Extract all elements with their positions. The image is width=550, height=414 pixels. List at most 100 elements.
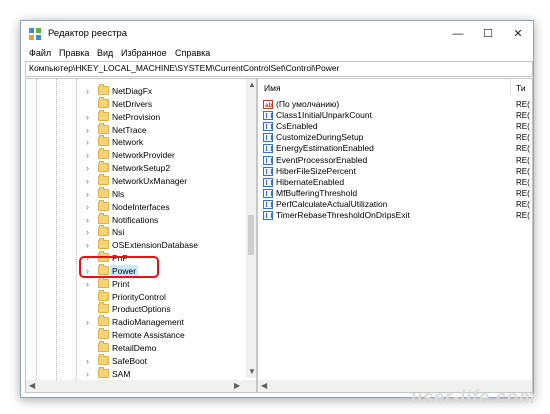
value-type: RE(: [516, 166, 530, 176]
tree-item-label: PriorityControl: [112, 291, 166, 302]
close-button[interactable]: ✕: [503, 21, 533, 47]
key-tree-pane[interactable]: › NetDiagFx NetDrivers › NetProvision › NetTra…: [25, 78, 257, 393]
value-name: HibernateEnabled: [276, 176, 345, 187]
value-type: RE(: [516, 111, 530, 121]
tree-item-label: Print: [112, 278, 130, 289]
folder-icon: [98, 289, 109, 301]
tree-item[interactable]: › Nsi: [26, 225, 246, 238]
chevron-right-icon[interactable]: ›: [86, 368, 89, 380]
value-name: EventProcessorEnabled: [276, 154, 368, 165]
chevron-right-icon[interactable]: ›: [86, 278, 89, 290]
tree-item[interactable]: › NetworkUxManager: [26, 173, 246, 187]
tree-item[interactable]: › OSExtensionDatabase: [26, 238, 246, 251]
tree-item[interactable]: › SAM: [26, 366, 246, 380]
tree-item[interactable]: › NetworkProvider: [26, 148, 246, 161]
value-row[interactable]: EnergyEstimationEnabled RE(: [258, 143, 532, 154]
tree-item-label: RadioManagement: [112, 317, 184, 328]
chevron-right-icon[interactable]: ›: [86, 149, 89, 161]
value-type: RE(: [516, 155, 530, 165]
value-name: EnergyEstimationEnabled: [276, 143, 374, 154]
folder-icon: [98, 238, 109, 250]
binary-value-icon: [263, 144, 273, 154]
tree-item[interactable]: › Network: [26, 135, 246, 148]
binary-value-icon: [263, 111, 273, 121]
tree-horizontal-scrollbar[interactable]: ◀ ▶: [26, 380, 256, 392]
tree-item[interactable]: › SafeBoot: [26, 353, 246, 367]
column-header-name[interactable]: Имя: [264, 83, 281, 93]
tree-item[interactable]: Remote Assistance: [26, 328, 246, 341]
scroll-down-icon[interactable]: ▼: [248, 366, 256, 378]
scroll-right-icon[interactable]: ▶: [234, 380, 240, 392]
tree-vertical-scrollbar[interactable]: ▲ ▼: [246, 79, 256, 378]
tree-scroll-thumb[interactable]: [248, 215, 254, 255]
folder-icon: [98, 109, 109, 121]
value-type: RE(: [516, 100, 530, 109]
tree-item[interactable]: › NetTrace: [26, 122, 246, 136]
tree-item[interactable]: › Notifications: [26, 212, 246, 226]
tree-item[interactable]: RetailDemo: [26, 341, 246, 354]
chevron-right-icon[interactable]: ›: [86, 85, 89, 97]
column-separator[interactable]: [510, 79, 511, 95]
menu-favorites[interactable]: Избранное: [121, 48, 167, 58]
menu-file[interactable]: Файл: [29, 48, 51, 58]
chevron-right-icon[interactable]: ›: [86, 239, 89, 251]
tree-item[interactable]: PriorityControl: [26, 289, 246, 303]
address-bar[interactable]: Компьютер\HKEY_LOCAL_MACHINE\SYSTEM\Curr…: [25, 61, 533, 77]
chevron-right-icon[interactable]: ›: [86, 214, 89, 226]
value-row[interactable]: CustomizeDuringSetup RE(: [258, 132, 532, 143]
address-path[interactable]: Компьютер\HKEY_LOCAL_MACHINE\SYSTEM\Curr…: [29, 63, 339, 73]
value-row[interactable]: HibernateEnabled RE(: [258, 177, 532, 188]
value-type: RE(: [516, 211, 530, 220]
value-row[interactable]: EventProcessorEnabled RE(: [258, 155, 532, 166]
menu-view[interactable]: Вид: [97, 48, 113, 58]
chevron-right-icon[interactable]: ›: [86, 175, 89, 187]
tree-item[interactable]: › NetProvision: [26, 109, 246, 123]
folder-icon: [98, 276, 109, 288]
value-name: CsEnabled: [276, 121, 318, 132]
scroll-left-icon[interactable]: ◀: [29, 380, 35, 392]
value-row[interactable]: Class1InitialUnparkCount RE(: [258, 110, 532, 121]
tree-item-label: SAM: [112, 368, 131, 379]
value-row[interactable]: TimerRebaseThresholdOnDripsExit RE(: [258, 210, 532, 221]
value-row[interactable]: PerfCalculateActualUtilization RE(: [258, 199, 532, 210]
binary-value-icon: [263, 166, 273, 176]
chevron-right-icon[interactable]: ›: [86, 162, 89, 174]
value-row[interactable]: CsEnabled RE(: [258, 121, 532, 132]
value-row[interactable]: HiberFileSizePercent RE(: [258, 166, 532, 177]
tree-item[interactable]: › Print: [26, 276, 246, 290]
tree-item[interactable]: › NetworkSetup2: [26, 161, 246, 174]
tree-item[interactable]: ProductOptions: [26, 302, 246, 315]
chevron-right-icon[interactable]: ›: [86, 316, 89, 328]
value-row[interactable]: MfBufferingThreshold RE(: [258, 188, 532, 199]
tree-item[interactable]: › RadioManagement: [26, 315, 246, 328]
minimize-button[interactable]: —: [443, 21, 473, 47]
scroll-up-icon[interactable]: ▲: [248, 79, 256, 91]
tree-item[interactable]: › NetDiagFx: [26, 84, 246, 97]
chevron-right-icon[interactable]: ›: [86, 136, 89, 148]
value-row[interactable]: ab (По умолчанию) RE(: [258, 99, 532, 110]
tree-item-label: Network: [112, 137, 144, 148]
folder-icon: [98, 353, 109, 365]
chevron-right-icon[interactable]: ›: [86, 124, 89, 136]
tree-item[interactable]: › NodeInterfaces: [26, 199, 246, 213]
values-pane[interactable]: Имя Ти ab (По умолчанию) RE(Class1InitialU…: [257, 78, 533, 393]
tree-item[interactable]: › Nls: [26, 186, 246, 200]
tree-item-label: NetDiagFx: [112, 86, 153, 96]
tree-item[interactable]: NetDrivers: [26, 96, 246, 110]
chevron-right-icon[interactable]: ›: [86, 201, 89, 213]
chevron-right-icon[interactable]: ›: [86, 188, 89, 200]
column-header-type[interactable]: Ти: [516, 83, 526, 93]
tree-item-label: NetDrivers: [112, 98, 153, 109]
scroll-left-icon[interactable]: ◀: [261, 380, 267, 392]
chevron-right-icon[interactable]: ›: [86, 111, 89, 123]
title-bar[interactable]: Редактор реестра — ☐ ✕: [21, 21, 533, 47]
maximize-button[interactable]: ☐: [473, 21, 503, 47]
chevron-right-icon[interactable]: ›: [86, 355, 89, 367]
folder-icon: [98, 173, 109, 185]
value-name: CustomizeDuringSetup: [276, 132, 364, 143]
menu-edit[interactable]: Правка: [59, 48, 89, 58]
folder-icon: [98, 135, 109, 147]
menu-help[interactable]: Справка: [175, 48, 210, 58]
chevron-right-icon[interactable]: ›: [86, 226, 89, 238]
folder-icon: [98, 122, 109, 134]
